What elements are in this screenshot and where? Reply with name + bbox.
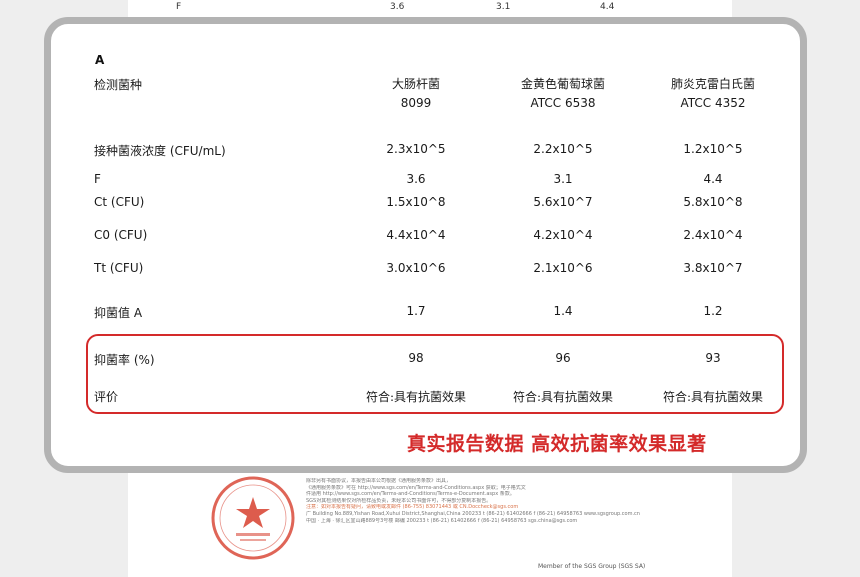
row-value: 3.1 bbox=[553, 172, 573, 186]
test-results-card: A 检测菌种 大肠杆菌 金黄色葡萄球菌 肺炎克雷白氏菌 8099 ATCC 65… bbox=[44, 17, 807, 473]
inhibition-rate-value: 93 bbox=[705, 351, 721, 365]
evaluation-value: 符合:具有抗菌效果 bbox=[512, 390, 614, 404]
inhibition-rate-value: 98 bbox=[408, 351, 424, 365]
row-value: 2.4x10^4 bbox=[683, 228, 743, 242]
section-label: A bbox=[95, 53, 105, 67]
fine-print-line: 《通用服务条款》可在 http://www.sgs.com/en/Terms-a… bbox=[306, 484, 526, 491]
evaluation-value: 符合:具有抗菌效果 bbox=[365, 390, 467, 404]
top-row-value-3: 4.4 bbox=[600, 2, 615, 12]
row-value: 3.0x10^6 bbox=[386, 261, 446, 275]
row-value: 2.1x10^6 bbox=[533, 261, 593, 275]
organism-header-label: 检测菌种 bbox=[94, 78, 143, 92]
row-value: 2.2x10^5 bbox=[533, 142, 593, 156]
row-value: 3.8x10^7 bbox=[683, 261, 743, 275]
row-value: 4.2x10^4 bbox=[533, 228, 593, 242]
row-label: C0 (CFU) bbox=[94, 228, 148, 242]
row-value: 1.5x10^8 bbox=[386, 195, 446, 209]
row-label: Tt (CFU) bbox=[94, 261, 144, 275]
fine-print-line: 除非另有书面协议，本报告由本公司根据《通用服务条款》出具， bbox=[306, 478, 452, 484]
row-value: 2.3x10^5 bbox=[386, 142, 446, 156]
row-value: 1.2x10^5 bbox=[683, 142, 743, 156]
sgs-member-footer: Member of the SGS Group (SGS SA) bbox=[538, 563, 646, 570]
previous-page-row-f: F 3.6 3.1 4.4 bbox=[0, 0, 860, 14]
row-label: F bbox=[94, 172, 101, 186]
organism-code-2: ATCC 6538 bbox=[530, 96, 596, 110]
organism-name-1: 大肠杆菌 bbox=[391, 77, 441, 91]
fine-print-line: 中国 · 上海 · 徐汇区宜山路889号3号楼 邮编 200233 t (86-… bbox=[306, 517, 578, 524]
inhibition-rate-label: 抑菌率 (%) bbox=[94, 353, 155, 367]
row-value: 1.4 bbox=[553, 304, 573, 318]
row-value: 4.4 bbox=[703, 172, 723, 186]
row-value: 5.6x10^7 bbox=[533, 195, 593, 209]
official-seal-stamp bbox=[211, 476, 295, 560]
fine-print-line: 注意：如对本报告有疑问，请致电或发邮件 (86-755) 83071443 或 … bbox=[306, 504, 519, 511]
row-label: 接种菌液浓度 (CFU/mL) bbox=[94, 144, 226, 158]
organism-code-3: ATCC 4352 bbox=[680, 96, 746, 110]
fine-print-line: 件适用 http://www.sgs.com/en/Terms-and-Cond… bbox=[306, 491, 515, 498]
row-value: 1.7 bbox=[406, 304, 426, 318]
top-row-value-2: 3.1 bbox=[496, 2, 511, 12]
row-label: Ct (CFU) bbox=[94, 195, 145, 209]
fine-print-line: 广 Building No.889,Yishan Road,Xuhui Dist… bbox=[306, 510, 640, 517]
report-fine-print: 除非另有书面协议，本报告由本公司根据《通用服务条款》出具， 《通用服务条款》可在… bbox=[306, 478, 646, 524]
row-value: 4.4x10^4 bbox=[386, 228, 446, 242]
row-value: 1.2 bbox=[703, 304, 723, 318]
row-value: 5.8x10^8 bbox=[683, 195, 743, 209]
top-row-label: F bbox=[176, 2, 182, 12]
row-value: 3.6 bbox=[406, 172, 426, 186]
organism-name-2: 金黄色葡萄球菌 bbox=[520, 77, 606, 91]
row-label: 抑菌值 A bbox=[94, 306, 143, 320]
organism-code-1: 8099 bbox=[400, 96, 432, 110]
evaluation-value: 符合:具有抗菌效果 bbox=[662, 390, 764, 404]
inhibition-rate-value: 96 bbox=[555, 351, 571, 365]
organism-name-3: 肺炎克雷白氏菌 bbox=[670, 77, 756, 91]
slogan-banner: 真实报告数据 高效抗菌率效果显著 bbox=[407, 433, 707, 455]
evaluation-label: 评价 bbox=[94, 390, 119, 404]
fine-print-line: SGS对其检测结果仅对所检样品负责，未经本公司书面许可，不得部分复制本报告。 bbox=[306, 497, 492, 504]
top-row-value-1: 3.6 bbox=[390, 2, 405, 12]
